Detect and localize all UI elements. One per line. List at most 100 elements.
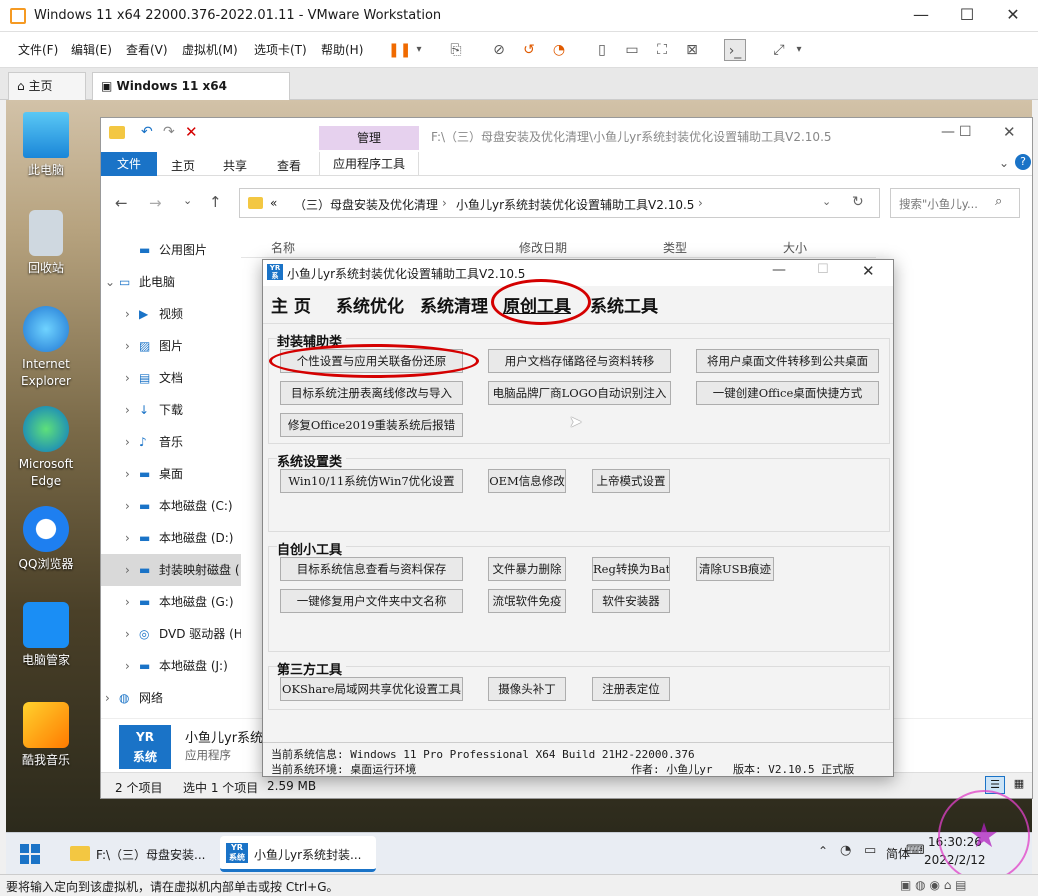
explorer-minimize-button[interactable]: — <box>941 124 955 140</box>
expand-chevron-icon[interactable]: › <box>125 394 130 426</box>
nav-item[interactable]: › ▬ 本地磁盘 (C:) <box>101 490 241 522</box>
tab-vm[interactable]: ▣ Windows 11 x64 22000.37... <box>92 72 290 119</box>
explorer-close-button[interactable]: ✕ <box>1003 123 1016 141</box>
expand-chevron-icon[interactable]: ⌄ <box>105 266 115 298</box>
nav-item[interactable]: ⌄ ▭ 此电脑 <box>101 266 241 298</box>
desktop-icon-kuwo[interactable]: 酷我音乐 <box>6 702 86 769</box>
expand-chevron-icon[interactable]: › <box>125 618 130 650</box>
address-overflow[interactable]: « <box>270 196 277 210</box>
nav-item[interactable]: › ↓ 下载 <box>101 394 241 426</box>
expand-chevron-icon[interactable]: › <box>125 362 130 394</box>
large-icons-view-icon[interactable]: ▦ <box>1009 776 1029 794</box>
menu-vm[interactable]: 虚拟机(M) <box>182 41 238 58</box>
menu-tabs[interactable]: 选项卡(T) <box>254 41 307 58</box>
tray-keyboard-icon[interactable]: ⌨ <box>906 843 925 858</box>
sidebar-view-icon[interactable]: ▯ <box>591 39 613 61</box>
btn-software-installer[interactable]: 软件安装器 <box>592 589 670 613</box>
expand-chevron-icon[interactable]: › <box>125 650 130 682</box>
menu-file[interactable]: 文件(F) <box>18 41 58 58</box>
refresh-icon[interactable]: ↻ <box>852 194 864 210</box>
tray-app-icon[interactable]: ◔ <box>840 843 851 858</box>
ribbon-tab-share[interactable]: 共享 <box>223 157 247 174</box>
desktop-icon-recycle-bin[interactable]: 回收站 <box>6 210 86 277</box>
expand-chevron-icon[interactable]: › <box>125 522 130 554</box>
btn-oem-logo-inject[interactable]: 电脑品牌厂商LOGO自动识别注入 <box>488 381 671 405</box>
expand-chevron-icon[interactable]: › <box>125 458 130 490</box>
tool-close-button[interactable]: ✕ <box>862 262 875 280</box>
nav-item[interactable]: › ▬ 本地磁盘 (G:) <box>101 586 241 618</box>
send-keys-icon[interactable]: ⎘ <box>445 39 467 61</box>
tab-main[interactable]: 主 页 <box>271 292 311 317</box>
pause-icon[interactable]: ❚❚ <box>388 39 411 61</box>
explorer-maximize-button[interactable]: ☐ <box>959 124 972 140</box>
back-arrow-icon[interactable]: ← <box>115 194 128 212</box>
device-status-icons[interactable]: ▣ ◍ ◉ ⌂ ▤ <box>900 878 967 892</box>
desktop-icon-this-pc[interactable]: 此电脑 <box>6 112 86 179</box>
btn-god-mode[interactable]: 上帝模式设置 <box>592 469 670 493</box>
tool-minimize-button[interactable]: — <box>772 262 786 278</box>
column-date[interactable]: 修改日期 <box>519 239 567 256</box>
address-separator[interactable]: › <box>698 196 703 210</box>
column-size[interactable]: 大小 <box>783 239 807 256</box>
delete-icon[interactable]: ✕ <box>185 123 198 141</box>
btn-oem-info[interactable]: OEM信息修改 <box>488 469 566 493</box>
desktop-icon-edge[interactable]: Microsoft Edge <box>6 406 86 490</box>
nav-item[interactable]: › ▶ 视频 <box>101 298 241 330</box>
address-segment-parent[interactable]: （三）母盘安装及优化清理 <box>294 196 438 213</box>
close-button[interactable]: ✕ <box>990 0 1036 32</box>
btn-force-delete[interactable]: 文件暴力删除 <box>488 557 566 581</box>
taskbar-item-explorer[interactable]: F:\（三）母盘安装... <box>62 836 214 872</box>
address-segment-current[interactable]: 小鱼儿yr系统封装优化设置辅助工具V2.10.5 <box>456 196 694 213</box>
expand-chevron-icon[interactable]: › <box>105 682 110 714</box>
console-view-icon[interactable]: ›_ <box>724 39 746 61</box>
maximize-button[interactable]: ☐ <box>944 0 990 32</box>
recent-dropdown-icon[interactable]: ⌄ <box>183 194 192 207</box>
btn-camera-patch[interactable]: 摄像头补丁 <box>488 677 566 701</box>
expand-chevron-icon[interactable]: › <box>125 426 130 458</box>
pause-dropdown-icon[interactable]: ▾ <box>408 39 430 61</box>
stretch-dropdown-icon[interactable]: ▾ <box>788 39 810 61</box>
expand-chevron-icon[interactable]: › <box>125 554 130 586</box>
revert-snapshot-icon[interactable]: ↺ <box>518 39 540 61</box>
snapshot-manager-icon[interactable]: ◔ <box>548 39 570 61</box>
menu-view[interactable]: 查看(V) <box>126 41 168 58</box>
btn-rogue-immune[interactable]: 流氓软件免疫 <box>488 589 566 613</box>
ribbon-context-manage[interactable]: 管理 <box>319 126 419 150</box>
tab-home[interactable]: ⌂ 主页 <box>8 72 86 100</box>
desktop-icon-ie[interactable]: Internet Explorer <box>6 306 86 390</box>
stretch-icon[interactable]: ⤢ <box>768 39 790 61</box>
undo-icon[interactable]: ↶ <box>141 124 153 140</box>
ribbon-tab-file[interactable]: 文件 <box>101 152 157 176</box>
tab-system-tools[interactable]: 系统工具 <box>590 292 658 317</box>
btn-clear-usb[interactable]: 清除USB痕迹 <box>696 557 774 581</box>
expand-chevron-icon[interactable]: › <box>125 490 130 522</box>
nav-item[interactable]: › ▬ 桌面 <box>101 458 241 490</box>
nav-item[interactable]: › ▬ 本地磁盘 (D:) <box>101 522 241 554</box>
tray-overflow-icon[interactable]: ⌃ <box>818 844 828 858</box>
redo-icon[interactable]: ↷ <box>163 124 175 140</box>
nav-item[interactable]: › ♪ 音乐 <box>101 426 241 458</box>
minimize-button[interactable]: — <box>898 0 944 32</box>
forward-arrow-icon[interactable]: → <box>149 194 162 212</box>
btn-fix-user-folder[interactable]: 一键修复用户文件夹中文名称 <box>280 589 463 613</box>
menu-help[interactable]: 帮助(H) <box>321 41 363 58</box>
ribbon-tab-app-tools[interactable]: 应用程序工具 <box>319 152 419 176</box>
btn-user-docs-move[interactable]: 用户文档存储路径与资料转移 <box>488 349 671 373</box>
tab-system-clean[interactable]: 系统清理 <box>420 292 488 317</box>
tool-maximize-button[interactable]: ☐ <box>817 262 829 277</box>
taskbar-item-tool[interactable]: YR 系统 小鱼儿yr系统封装... <box>220 836 376 872</box>
nav-item[interactable]: › ▤ 文档 <box>101 362 241 394</box>
help-icon[interactable]: ? <box>1015 154 1031 170</box>
desktop-icon-qq-browser[interactable]: QQ浏览器 <box>6 506 86 573</box>
btn-okshare[interactable]: OKShare局域网共享优化设置工具 <box>280 677 463 701</box>
up-arrow-icon[interactable]: ↑ <box>209 193 222 211</box>
ribbon-expand-icon[interactable]: ⌄ <box>999 156 1009 170</box>
btn-offline-registry[interactable]: 目标系统注册表离线修改与导入 <box>280 381 463 405</box>
btn-reg-to-bat[interactable]: Reg转换为Bat <box>592 557 670 581</box>
start-icon[interactable] <box>20 844 40 864</box>
desktop-icon-pc-manager[interactable]: 电脑管家 <box>6 602 86 669</box>
btn-win7-style[interactable]: Win10/11系统仿Win7优化设置 <box>280 469 463 493</box>
nav-item[interactable]: › ▬ 封装映射磁盘 ( <box>101 554 241 586</box>
menu-edit[interactable]: 编辑(E) <box>71 41 112 58</box>
nav-item[interactable]: › ▬ 本地磁盘 (J:) <box>101 650 241 682</box>
